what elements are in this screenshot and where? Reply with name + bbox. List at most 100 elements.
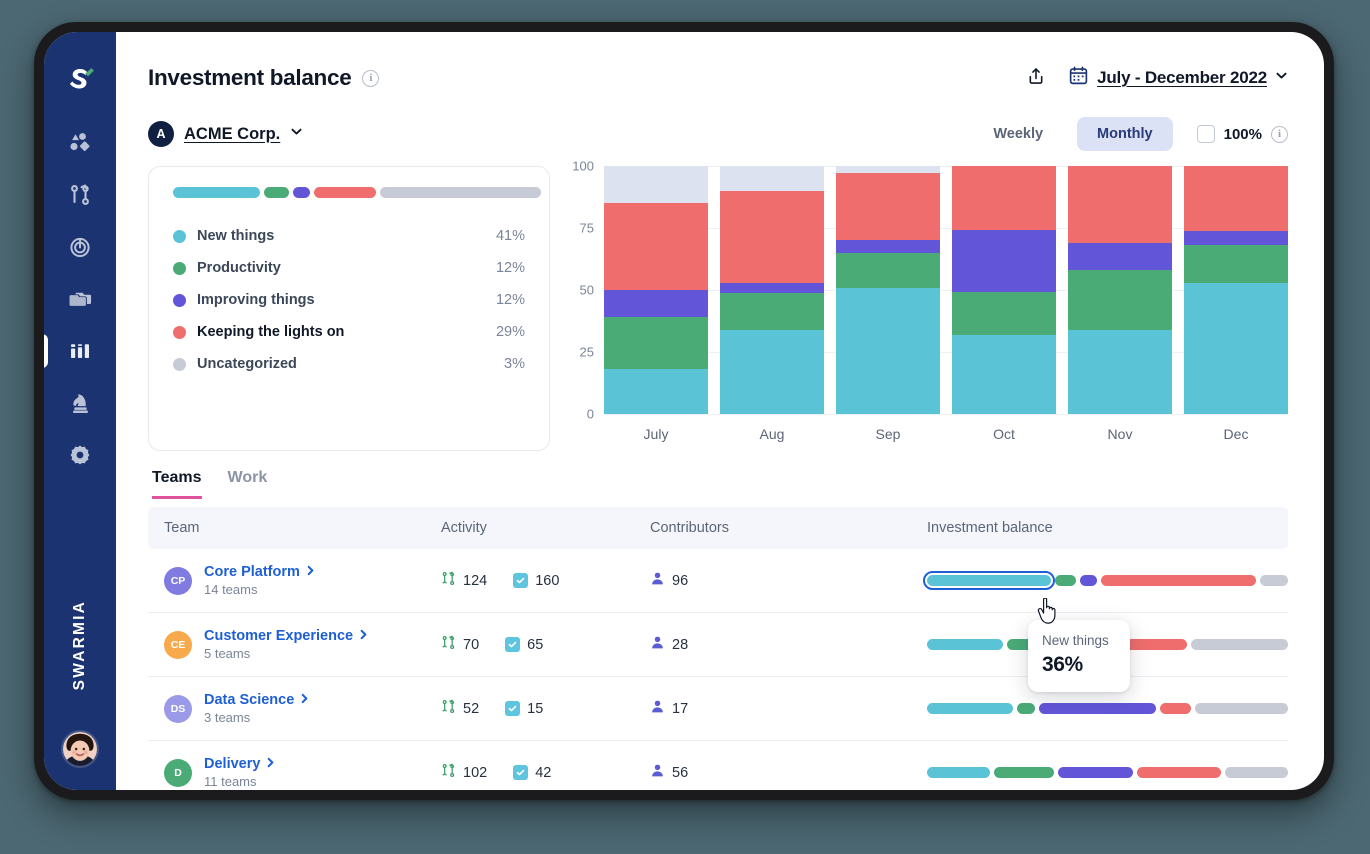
investment-balance-segment[interactable] (1055, 575, 1076, 586)
sidebar-item-settings[interactable] (57, 432, 103, 478)
legend-bar-segment[interactable] (293, 187, 311, 198)
sidebar-item-projects[interactable] (57, 276, 103, 322)
investment-balance-segment[interactable] (927, 639, 1003, 650)
sidebar-item-investment-balance[interactable] (44, 328, 103, 374)
chart-bar[interactable] (1184, 166, 1288, 414)
investment-balance-bar (927, 767, 1288, 778)
summary-and-chart: New things 41% Productivity 12% Improving th… (148, 159, 1288, 451)
chart-bar-segment[interactable] (1068, 166, 1172, 243)
chart-bar[interactable] (952, 166, 1056, 414)
chevron-down-icon (290, 125, 303, 143)
team-name-link[interactable]: Data Science (204, 692, 310, 708)
task-metric: 15 (505, 701, 543, 717)
granularity-monthly-button[interactable]: Monthly (1077, 117, 1173, 151)
share-button[interactable] (1026, 66, 1046, 91)
sidebar-item-insights[interactable] (57, 120, 103, 166)
chart-bar-segment[interactable] (952, 230, 1056, 293)
checkbox-checked-icon (513, 573, 529, 588)
chart-bar-segment[interactable] (1068, 329, 1172, 414)
investment-balance-segment[interactable] (1101, 575, 1257, 586)
chart-bar-segment[interactable] (836, 287, 940, 414)
investment-balance-segment[interactable] (1260, 575, 1288, 586)
team-name-link[interactable]: Delivery (204, 756, 276, 772)
sidebar-item-pull-requests[interactable] (57, 172, 103, 218)
team-avatar: CP (164, 566, 192, 595)
investment-balance-segment[interactable] (1017, 703, 1035, 714)
investment-balance-segment[interactable] (1058, 767, 1133, 778)
tab-work[interactable]: Work (228, 469, 268, 499)
chart-bar-segment[interactable] (836, 173, 940, 241)
team-name-label: Delivery (204, 756, 261, 772)
legend-row[interactable]: Keeping the lights on 29% (173, 316, 525, 348)
info-icon[interactable]: i (362, 69, 380, 87)
chart-bar-segment[interactable] (836, 252, 940, 288)
investment-balance-segment[interactable] (1079, 575, 1098, 586)
chart-bar-segment[interactable] (604, 317, 708, 370)
investment-balance-segment[interactable] (1194, 703, 1288, 714)
chart-bar-segment[interactable] (720, 190, 824, 283)
legend-value: 3% (504, 356, 525, 372)
granularity-weekly-button[interactable]: Weekly (973, 117, 1063, 151)
sidebar-item-strategy[interactable] (57, 380, 103, 426)
investment-balance-segment[interactable] (994, 767, 1054, 778)
investment-balance-segment[interactable] (1225, 767, 1288, 778)
team-name-link[interactable]: Customer Experience (204, 628, 369, 644)
pull-request-icon (441, 763, 456, 782)
avatar[interactable] (61, 730, 99, 768)
chart-bar-segment[interactable] (604, 166, 708, 204)
percent-checkbox[interactable] (1196, 125, 1215, 143)
chart-bar[interactable] (1068, 166, 1172, 414)
info-icon[interactable]: i (1271, 125, 1288, 143)
chart-bar-segment[interactable] (952, 166, 1056, 231)
investment-balance-segment[interactable] (1038, 703, 1156, 714)
org-selector[interactable]: A ACME Corp. (148, 121, 303, 147)
chart-bar[interactable] (720, 166, 824, 414)
chart-bar-segment[interactable] (952, 292, 1056, 335)
legend-bar-segment[interactable] (173, 187, 260, 198)
page-title-group: Investment balance i (148, 65, 380, 91)
cell-activity: 52 15 (425, 699, 634, 718)
tab-teams[interactable]: Teams (152, 469, 202, 499)
legend-label: Productivity (197, 260, 281, 276)
legend-row[interactable]: Productivity 12% (173, 252, 525, 284)
chart-bar-segment[interactable] (720, 292, 824, 330)
legend-bar-segment[interactable] (314, 187, 376, 198)
chart-bar-segment[interactable] (836, 240, 940, 253)
swarmia-logo-icon[interactable] (57, 56, 103, 102)
chart-bar[interactable] (836, 166, 940, 414)
chart-bar[interactable] (604, 166, 708, 414)
pull-request-metric: 102 (441, 763, 487, 782)
chart-bar-segment[interactable] (836, 166, 940, 174)
legend-row[interactable]: New things 41% (173, 220, 525, 252)
table-row[interactable]: D Delivery 11 teams 102 42 56 (148, 741, 1288, 790)
investment-balance-segment[interactable] (927, 703, 1014, 714)
chart-bar-segment[interactable] (720, 329, 824, 414)
investment-balance-segment[interactable] (927, 767, 990, 778)
table-row[interactable]: CP Core Platform 14 teams 124 160 96 (148, 549, 1288, 613)
sidebar-item-goals[interactable] (57, 224, 103, 270)
investment-balance-segment[interactable] (1191, 639, 1288, 650)
chart-bar-segment[interactable] (1184, 230, 1288, 246)
chart-bar-segment[interactable] (1068, 242, 1172, 271)
legend-bar-segment[interactable] (263, 187, 290, 198)
legend-row[interactable]: Improving things 12% (173, 284, 525, 316)
investment-balance-segment[interactable] (1137, 767, 1221, 778)
team-avatar: D (164, 758, 192, 787)
legend-row[interactable]: Uncategorized 3% (173, 348, 525, 380)
investment-balance-segment[interactable] (922, 571, 1056, 590)
legend-bar-segment[interactable] (379, 187, 541, 198)
chart-bar-segment[interactable] (720, 166, 824, 191)
chart-bar-segment[interactable] (604, 369, 708, 414)
team-name-link[interactable]: Core Platform (204, 564, 316, 580)
chart-bar-segment[interactable] (604, 203, 708, 291)
chart-bar-segment[interactable] (1068, 270, 1172, 330)
chart-bar-segment[interactable] (1184, 282, 1288, 414)
chart-bar-segment[interactable] (720, 282, 824, 293)
investment-balance-segment[interactable] (1159, 703, 1191, 714)
date-range-picker[interactable]: July - December 2022 (1068, 65, 1288, 91)
chart-bar-segment[interactable] (1184, 245, 1288, 283)
chart-bar-segment[interactable] (1184, 166, 1288, 231)
chart-bar-segment[interactable] (952, 334, 1056, 414)
chart-bar-segment[interactable] (604, 290, 708, 318)
legend-value: 41% (495, 228, 525, 244)
